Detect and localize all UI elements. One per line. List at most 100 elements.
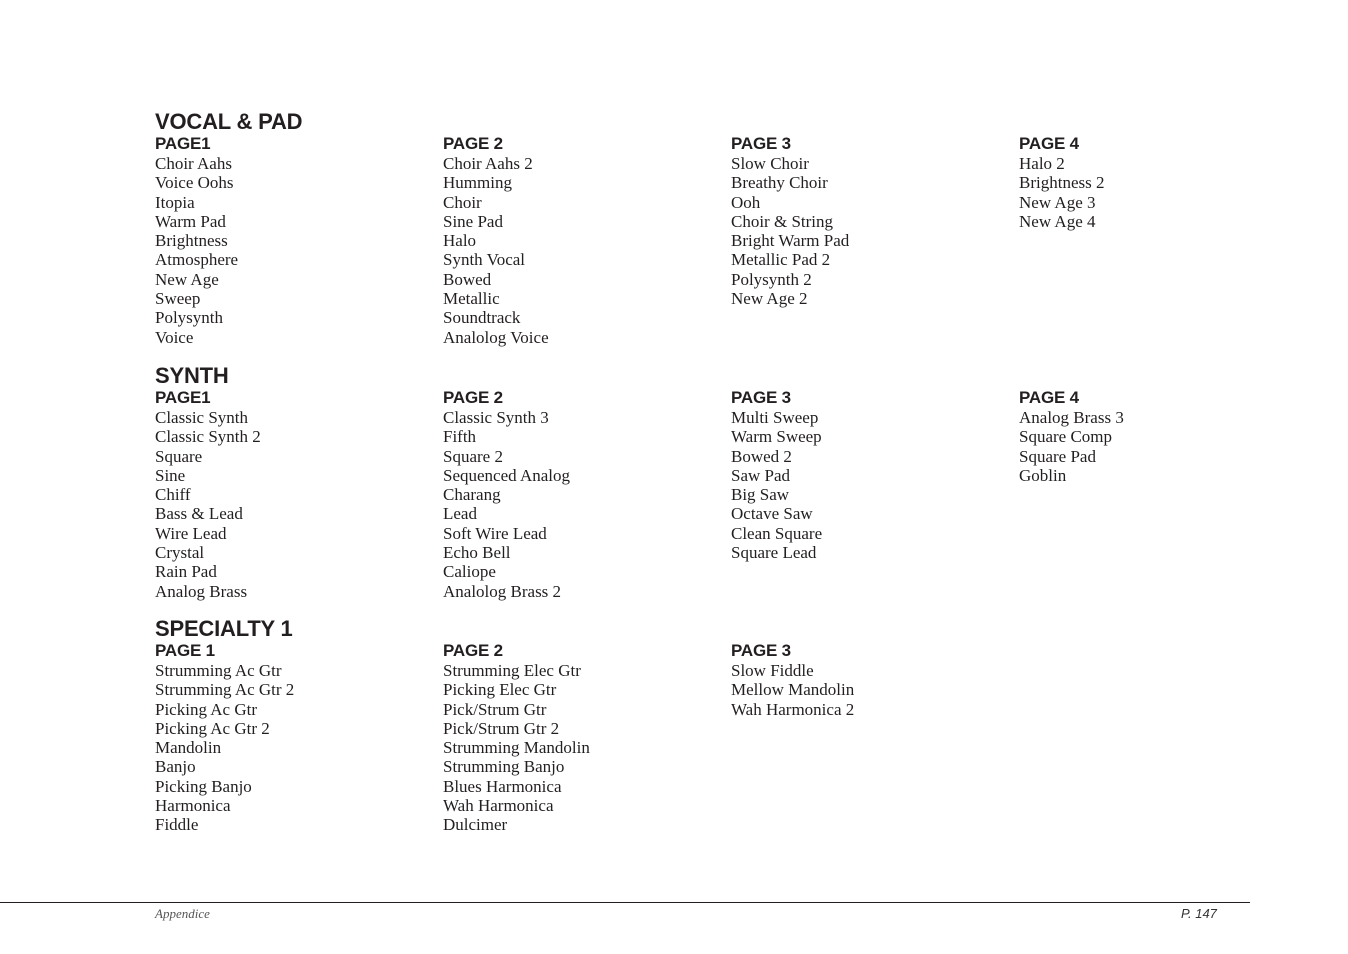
voice-list-item: New Age 3 [1019, 192, 1096, 212]
voice-list-item: Halo 2 [1019, 154, 1065, 173]
voice-list-item: Analolog Voice [443, 327, 549, 347]
voice-list-item: Warm Sweep [731, 427, 822, 447]
voice-list-item: Classic Synth [155, 408, 249, 427]
voice-list-item: Choir & String [731, 211, 834, 231]
voice-list: Classic Synth Classic Synth 2 Square Sine Ch… [155, 408, 435, 601]
voice-list-item: Crystal [155, 543, 205, 563]
voice-list-item: Strumming Elec Gtr [443, 661, 581, 680]
voice-list-item: Voice [155, 327, 194, 347]
section-vocal-pad: VOCAL & PAD PAGE1 Choir Aahs Voice Oohs Itop… [155, 110, 1275, 364]
voice-list-item: Synth Vocal [443, 250, 526, 270]
voice-list-item: Wah Harmonica 2 [731, 699, 855, 719]
voice-list-item: Charang [443, 485, 501, 505]
voice-list-item: Pick/Strum Gtr [443, 699, 547, 719]
voice-list-item: Bright Warm Pad [731, 231, 850, 251]
page-column: PAGE 3 Slow Choir Breathy Choir Ooh Choir & … [731, 134, 1011, 308]
voice-list-item: Pick/Strum Gtr 2 [443, 718, 560, 738]
voice-list: Multi Sweep Warm Sweep Bowed 2 Saw Pad Big S… [731, 408, 1011, 562]
page-label: PAGE 3 [731, 134, 791, 153]
page-column: PAGE 2 Choir Aahs 2 Humming Choir Sine Pad Ha… [443, 134, 723, 347]
section-specialty-1: SPECIALTY 1 PAGE 1 Strumming Ac Gtr Strummi… [155, 617, 1275, 871]
voice-list: Halo 2 Brightness 2 New Age 3 New Age 4 [1019, 154, 1299, 231]
page-columns: PAGE 1 Strumming Ac Gtr Strumming Ac Gtr 2… [155, 641, 1275, 871]
voice-list-item: Mellow Mandolin [731, 680, 855, 700]
page-label: PAGE 2 [443, 134, 503, 153]
voice-list-item: Multi Sweep [731, 408, 819, 427]
voice-list-item: Wire Lead [155, 523, 227, 543]
page-column: PAGE1 Classic Synth Classic Synth 2 Square S… [155, 388, 435, 601]
page-label: PAGE 3 [731, 641, 791, 660]
footer-divider [0, 902, 1250, 903]
footer-page-number: P. 147 [1181, 906, 1217, 921]
voice-list-item: Slow Fiddle [731, 661, 814, 680]
section-title: VOCAL & PAD [155, 109, 303, 134]
page-label: PAGE1 [155, 134, 211, 153]
voice-list-item: New Age 4 [1019, 211, 1096, 231]
page-column: PAGE 4 Halo 2 Brightness 2 New Age 3 New Age… [1019, 134, 1299, 231]
voice-list-item: Breathy Choir [731, 173, 828, 193]
page-label: PAGE 4 [1019, 388, 1079, 407]
voice-list: Strumming Elec Gtr Picking Elec Gtr Pick/S… [443, 661, 723, 835]
voice-list-item: Warm Pad [155, 211, 226, 231]
section-title: SPECIALTY 1 [155, 616, 293, 641]
voice-list-item: Strumming Mandolin [443, 738, 590, 758]
voice-list-item: Sequenced Analog [443, 465, 570, 485]
voice-list-item: Atmosphere [155, 250, 239, 270]
voice-list-item: Soundtrack [443, 308, 521, 328]
voice-list-item: Picking Banjo [155, 776, 252, 796]
voice-list-item: Itopia [155, 192, 195, 212]
voice-list-item: Blues Harmonica [443, 776, 562, 796]
page-column: PAGE 1 Strumming Ac Gtr Strumming Ac Gtr 2… [155, 641, 435, 835]
voice-list-item: Voice Oohs [155, 173, 234, 193]
voice-list-item: Square Pad [1019, 446, 1096, 466]
voice-list-item: Analolog Brass 2 [443, 581, 562, 601]
voice-list-item: Analog Brass 3 [1019, 408, 1124, 427]
voice-list: Classic Synth 3 Fifth Square 2 Sequenced An… [443, 408, 723, 601]
voice-list-item: Goblin [1019, 465, 1067, 485]
voice-list-item: Octave Saw [731, 504, 813, 524]
voice-list-item: Square Comp [1019, 427, 1113, 447]
voice-list-item: Banjo [155, 757, 196, 777]
voice-list-item: Harmonica [155, 796, 231, 816]
page-column: PAGE 3 Multi Sweep Warm Sweep Bowed 2 Saw Pa… [731, 388, 1011, 562]
voice-list-item: Dulcimer [443, 815, 508, 835]
page-label: PAGE 2 [443, 641, 503, 660]
voice-list-item: Picking Ac Gtr [155, 699, 257, 719]
section-synth: SYNTH PAGE1 Classic Synth Classic Synth 2 Sq… [155, 364, 1275, 618]
page-column: PAGE1 Choir Aahs Voice Oohs Itopia Warm Pad B… [155, 134, 435, 347]
voice-list-item: Square Lead [731, 543, 817, 563]
voice-list-item: Lead [443, 504, 477, 524]
voice-list-item: Ooh [731, 192, 761, 212]
voice-list-item: Rain Pad [155, 562, 217, 582]
voice-list: Choir Aahs Voice Oohs Itopia Warm Pad Bright… [155, 154, 435, 347]
page-columns: PAGE1 Choir Aahs Voice Oohs Itopia Warm Pad B… [155, 134, 1275, 364]
voice-list-item: Sweep [155, 289, 201, 309]
voice-list-item: Metallic Pad 2 [731, 250, 831, 270]
voice-list-item: Choir [443, 192, 482, 212]
voice-list-item: Fifth [443, 427, 477, 447]
voice-list: Choir Aahs 2 Humming Choir Sine Pad Halo Synt… [443, 154, 723, 347]
voice-list-item: Square 2 [443, 446, 503, 466]
voice-list-item: Picking Ac Gtr 2 [155, 718, 270, 738]
voice-list-item: Choir Aahs [155, 154, 232, 173]
voice-list-item: Polysynth [155, 308, 224, 328]
voice-list-item: Halo [443, 231, 477, 251]
voice-list-item: Choir Aahs 2 [443, 154, 533, 173]
voice-list: Analog Brass 3 Square Comp Square Pad Gobli… [1019, 408, 1299, 485]
voice-list-item: Mandolin [155, 738, 222, 758]
page-label: PAGE 2 [443, 388, 503, 407]
voice-list-item: Brightness [155, 231, 228, 251]
page-label: PAGE1 [155, 388, 211, 407]
section-title: SYNTH [155, 363, 229, 388]
page-columns: PAGE1 Classic Synth Classic Synth 2 Square S… [155, 388, 1275, 618]
voice-list-item: Saw Pad [731, 465, 791, 485]
voice-list-item: Classic Synth 3 [443, 408, 549, 427]
voice-list-item: Caliope [443, 562, 496, 582]
page-column: PAGE 4 Analog Brass 3 Square Comp Square Pa… [1019, 388, 1299, 485]
voice-list-item: Brightness 2 [1019, 173, 1105, 193]
voice-list-item: Humming [443, 173, 512, 193]
page-column: PAGE 2 Strumming Elec Gtr Picking Elec Gtr… [443, 641, 723, 835]
voice-list-item: Chiff [155, 485, 191, 505]
voice-list-item: Big Saw [731, 485, 790, 505]
page-label: PAGE 4 [1019, 134, 1079, 153]
